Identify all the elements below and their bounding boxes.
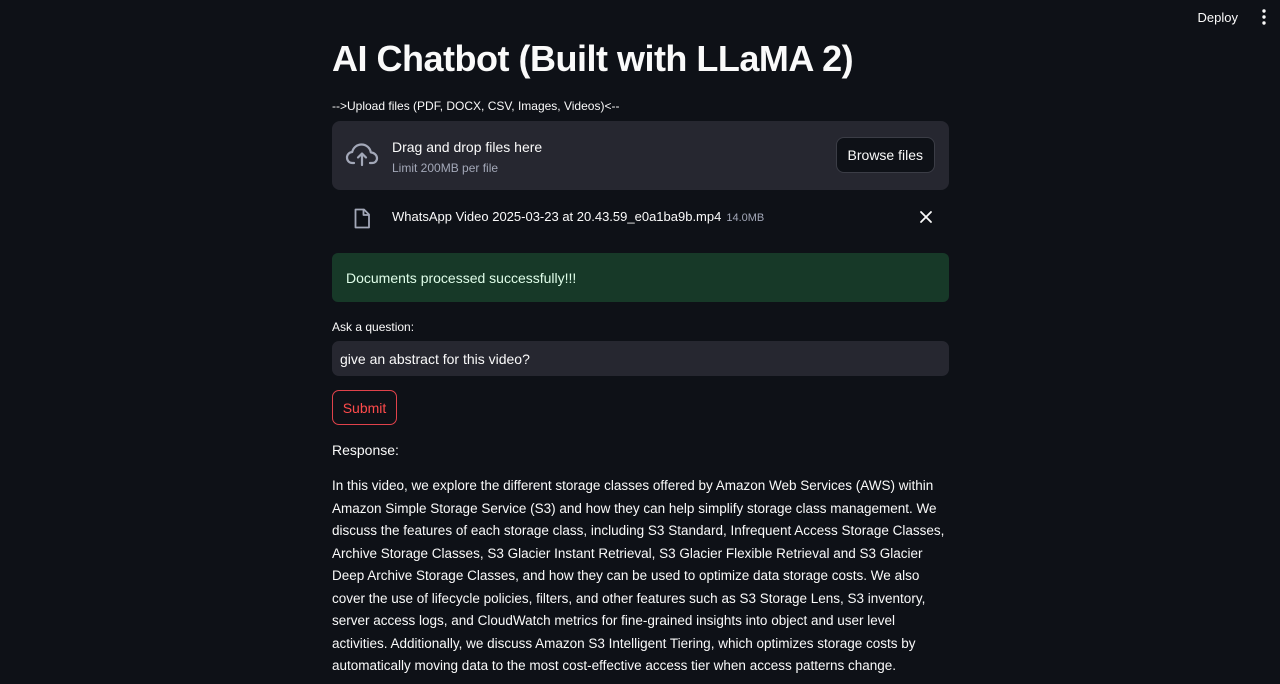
uploaded-file-item: WhatsApp Video 2025-03-23 at 20.43.59_e0… — [332, 200, 949, 236]
file-size: 14.0MB — [726, 212, 765, 224]
submit-button[interactable]: Submit — [332, 390, 397, 425]
response-label: Response: — [332, 442, 399, 458]
response-text: In this video, we explore the different … — [332, 478, 945, 673]
close-icon[interactable] — [919, 210, 933, 224]
file-dropzone[interactable]: Drag and drop files here Limit 200MB per… — [332, 121, 949, 190]
dropzone-instructions: Drag and drop files here — [392, 139, 543, 155]
page-title: AI Chatbot (Built with LLaMA 2) — [332, 38, 854, 79]
dropzone-limit: Limit 200MB per file — [392, 161, 499, 175]
kebab-menu-icon[interactable] — [1258, 8, 1270, 26]
file-name: WhatsApp Video 2025-03-23 at 20.43.59_e0… — [392, 209, 722, 224]
deploy-button[interactable]: Deploy — [1196, 9, 1240, 26]
upload-label: -->Upload files (PDF, DOCX, CSV, Images,… — [332, 99, 620, 113]
file-name-wrapper: WhatsApp Video 2025-03-23 at 20.43.59_e0… — [392, 209, 764, 224]
success-alert: Documents processed successfully!!! — [332, 253, 949, 302]
browse-files-button[interactable]: Browse files — [835, 137, 935, 173]
app-header: Deploy — [0, 0, 1280, 36]
cloud-upload-icon — [345, 143, 379, 167]
success-message: Documents processed successfully!!! — [346, 270, 577, 286]
question-label: Ask a question: — [332, 320, 415, 334]
file-icon — [354, 208, 370, 229]
question-input[interactable] — [332, 341, 949, 376]
